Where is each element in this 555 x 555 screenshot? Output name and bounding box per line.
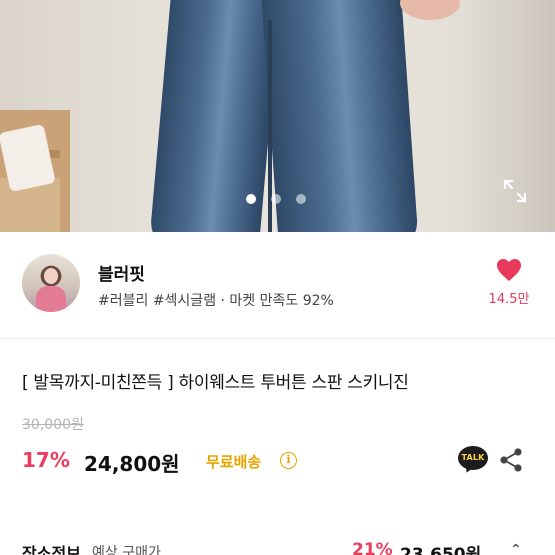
expected-discount: 21% [352, 540, 393, 555]
original-price: 30,000원 [22, 417, 84, 433]
carousel-dot-1[interactable] [246, 194, 256, 204]
expand-icon[interactable] [502, 178, 528, 204]
section-divider [0, 338, 555, 339]
shop-info[interactable]: 블러핏 #러블리 #섹시글램 · 마켓 만족도 92% 14.5만 [0, 232, 555, 338]
kakao-talk-button[interactable]: TALK [458, 446, 488, 475]
shop-name[interactable]: 블러핏 [98, 260, 145, 285]
hand [400, 0, 460, 20]
like-button[interactable]: 14.5만 [484, 258, 534, 307]
sale-price: 24,800원 [84, 452, 180, 476]
shop-avatar[interactable] [22, 254, 80, 312]
carousel-dot-3[interactable] [296, 194, 306, 204]
chevron-up-icon[interactable]: ⌃ [510, 542, 522, 555]
product-image[interactable] [0, 0, 555, 232]
carousel-dot-2[interactable] [271, 194, 281, 204]
avatar-body [36, 286, 66, 312]
free-shipping-label: 무료배송 [206, 453, 262, 471]
bottom-label: 장소정보 [22, 544, 81, 555]
like-count: 14.5만 [488, 292, 530, 307]
shop-tags: #러블리 #섹시글램 · 마켓 만족도 92% [98, 293, 334, 309]
info-icon[interactable]: i [280, 452, 297, 469]
heart-icon [497, 259, 521, 281]
discount-rate: 17% [22, 448, 70, 472]
avatar-face [44, 268, 58, 284]
product-title: [ 발목까지-미친쫀득 ] 하이웨스트 투버튼 스판 스키니진 [22, 373, 409, 393]
expected-price: 23,650원 [400, 545, 482, 555]
expected-price-row[interactable]: 장소정보 예상 구매가 21% 23,650원 ⌃ [0, 540, 555, 555]
talk-icon: TALK [458, 446, 488, 470]
share-icon[interactable] [499, 447, 523, 473]
carousel-indicator [246, 194, 306, 204]
expected-price-label: 예상 구매가 [92, 545, 161, 555]
